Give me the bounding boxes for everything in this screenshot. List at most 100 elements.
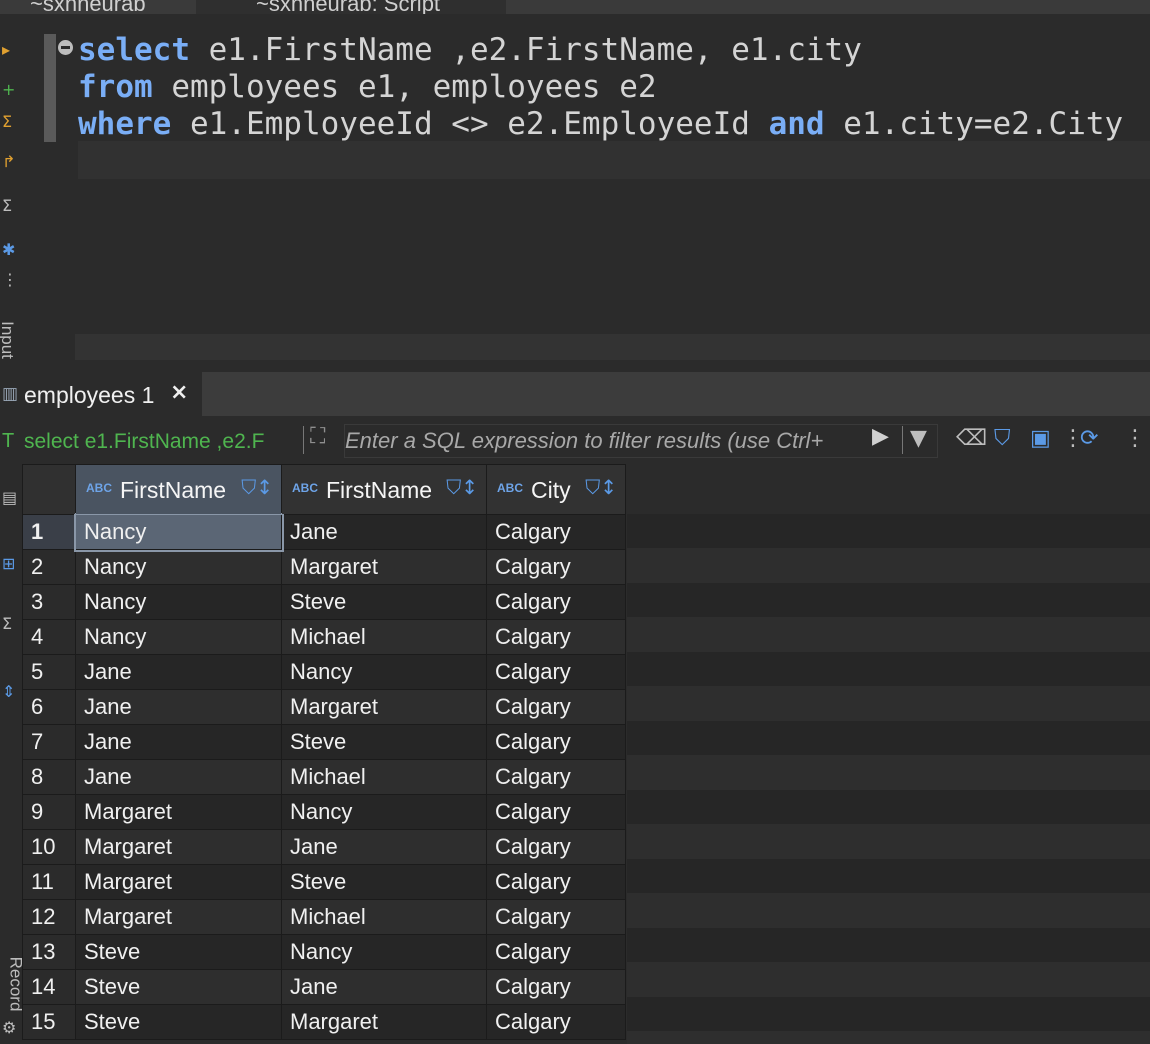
row-number[interactable]: 9	[22, 794, 76, 830]
tools-icon[interactable]: ✱	[2, 240, 15, 259]
table-cell[interactable]: Calgary	[486, 864, 626, 900]
code-line[interactable]: select e1.FirstName ,e2.FirstName, e1.ci…	[78, 32, 1123, 69]
table-cell[interactable]: Jane	[75, 689, 282, 725]
grid-view-icon[interactable]: ▤	[2, 488, 17, 507]
table-cell[interactable]: Michael	[281, 619, 487, 655]
fold-icon[interactable]	[58, 40, 73, 55]
table-cell[interactable]: Calgary	[486, 759, 626, 795]
table-cell[interactable]: Margaret	[75, 794, 282, 830]
table-cell[interactable]: Calgary	[486, 829, 626, 865]
table-cell[interactable]: Nancy	[281, 794, 487, 830]
save-filter-icon[interactable]: ▣	[1030, 426, 1051, 451]
table-row[interactable]: 12 Margaret Michael Calgary	[22, 899, 626, 935]
table-cell[interactable]: Calgary	[486, 584, 626, 620]
input-side-label[interactable]: Input	[0, 321, 17, 359]
column-header[interactable]: ABC FirstName ⛉↕	[75, 464, 282, 515]
table-cell[interactable]: Margaret	[281, 1004, 487, 1040]
row-number[interactable]: 2	[22, 549, 76, 585]
filter-input[interactable]	[344, 424, 938, 458]
table-row[interactable]: 5 Jane Nancy Calgary	[22, 654, 626, 690]
row-number[interactable]: 3	[22, 584, 76, 620]
table-row[interactable]: 2 Nancy Margaret Calgary	[22, 549, 626, 585]
table-cell[interactable]: Calgary	[486, 724, 626, 760]
table-cell[interactable]: Steve	[281, 584, 487, 620]
more-icon[interactable]: ⋮	[1124, 426, 1146, 451]
table-cell[interactable]: Calgary	[486, 1004, 626, 1040]
filter-sort-icon[interactable]: ⛉↕	[446, 475, 478, 499]
execute-script-icon[interactable]: +	[2, 80, 15, 99]
table-cell[interactable]: Jane	[75, 654, 282, 690]
table-cell[interactable]: Nancy	[75, 619, 282, 655]
tab-employees-1[interactable]: ▥ employees 1 ×	[0, 372, 202, 416]
table-cell[interactable]: Nancy	[281, 654, 487, 690]
row-number[interactable]: 13	[22, 934, 76, 970]
code-line[interactable]: where e1.EmployeeId <> e2.EmployeeId and…	[78, 106, 1123, 143]
eraser-icon[interactable]: ⌫	[956, 426, 987, 451]
column-header[interactable]: ABC City ⛉↕	[486, 464, 626, 515]
table-row[interactable]: 10 Margaret Jane Calgary	[22, 829, 626, 865]
table-row[interactable]: 9 Margaret Nancy Calgary	[22, 794, 626, 830]
table-view-icon[interactable]: ⊞	[2, 554, 15, 573]
table-cell[interactable]: Jane	[281, 969, 487, 1005]
table-row[interactable]: 6 Jane Margaret Calgary	[22, 689, 626, 725]
table-row[interactable]: 8 Jane Michael Calgary	[22, 759, 626, 795]
table-cell[interactable]: Steve	[281, 724, 487, 760]
table-cell[interactable]: Margaret	[281, 689, 487, 725]
format-icon[interactable]: Ʃ	[2, 196, 12, 215]
row-number[interactable]: 15	[22, 1004, 76, 1040]
table-row[interactable]: 15 Steve Margaret Calgary	[22, 1004, 626, 1040]
filter-sort-icon[interactable]: ⛉↕	[585, 475, 617, 499]
table-cell[interactable]: Calgary	[486, 934, 626, 970]
column-header[interactable]: ABC FirstName ⛉↕	[281, 464, 487, 515]
table-row[interactable]: 14 Steve Jane Calgary	[22, 969, 626, 1005]
table-cell[interactable]: Calgary	[486, 969, 626, 1005]
row-number[interactable]: 5	[22, 654, 76, 690]
table-cell[interactable]: Calgary	[486, 689, 626, 725]
table-cell[interactable]: Calgary	[486, 794, 626, 830]
sql-code[interactable]: select e1.FirstName ,e2.FirstName, e1.ci…	[78, 32, 1123, 143]
table-row[interactable]: 3 Nancy Steve Calgary	[22, 584, 626, 620]
table-cell[interactable]: Nancy	[75, 584, 282, 620]
apply-filter-icon[interactable]: ▶	[872, 424, 889, 449]
row-number[interactable]: 7	[22, 724, 76, 760]
table-cell[interactable]: Jane	[75, 759, 282, 795]
expand-rows-icon[interactable]: ⇕	[2, 682, 15, 701]
more-icon[interactable]: ⋮	[2, 270, 18, 289]
table-cell[interactable]: Margaret	[75, 899, 282, 935]
table-cell[interactable]: Steve	[75, 969, 282, 1005]
table-cell[interactable]: Margaret	[75, 829, 282, 865]
filter-history-icon[interactable]: ▼	[910, 426, 927, 451]
row-number[interactable]: 6	[22, 689, 76, 725]
table-cell[interactable]: Jane	[281, 829, 487, 865]
table-cell[interactable]: Nancy	[75, 549, 282, 585]
table-cell[interactable]: Michael	[281, 899, 487, 935]
table-row[interactable]: 13 Steve Nancy Calgary	[22, 934, 626, 970]
editor-horizontal-scrollbar[interactable]	[75, 334, 1150, 360]
result-grid[interactable]: ABC FirstName ⛉↕ ABC FirstName ⛉↕ ABC Ci…	[22, 464, 1150, 1044]
table-cell[interactable]: Calgary	[486, 514, 626, 550]
table-row[interactable]: 11 Margaret Steve Calgary	[22, 864, 626, 900]
refresh-icon[interactable]: ⟳	[1080, 426, 1098, 451]
explain-plan-icon[interactable]: Ʃ	[2, 112, 12, 131]
row-number[interactable]: 8	[22, 759, 76, 795]
table-cell[interactable]: Nancy	[281, 934, 487, 970]
execute-icon[interactable]: ▸	[2, 40, 10, 59]
row-number[interactable]: 12	[22, 899, 76, 935]
table-cell[interactable]: Margaret	[75, 864, 282, 900]
row-number[interactable]: 14	[22, 969, 76, 1005]
table-cell[interactable]: Steve	[75, 934, 282, 970]
table-cell[interactable]: Margaret	[281, 549, 487, 585]
table-row[interactable]: 1 Nancy Jane Calgary	[22, 512, 626, 552]
table-row[interactable]: 4 Nancy Michael Calgary	[22, 619, 626, 655]
table-cell[interactable]: Calgary	[486, 899, 626, 935]
table-cell[interactable]: Michael	[281, 759, 487, 795]
code-line[interactable]: from employees e1, employees e2	[78, 69, 1123, 106]
expand-icon[interactable]: ⛶	[310, 424, 325, 449]
table-cell[interactable]: Steve	[281, 864, 487, 900]
table-cell[interactable]: Jane	[75, 724, 282, 760]
grid-corner[interactable]	[22, 464, 76, 515]
row-number[interactable]: 11	[22, 864, 76, 900]
filter-sort-icon[interactable]: ⛉↕	[241, 475, 273, 499]
table-row[interactable]: 7 Jane Steve Calgary	[22, 724, 626, 760]
settings-icon[interactable]: ⚙	[2, 1018, 16, 1037]
